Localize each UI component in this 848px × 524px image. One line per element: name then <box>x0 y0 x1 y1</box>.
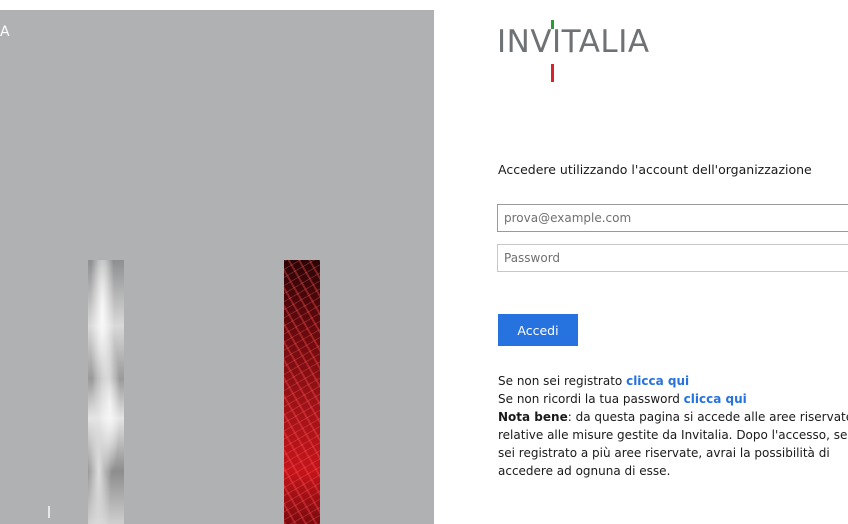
register-line: Se non sei registrato clicca qui <box>498 372 848 390</box>
note-label: Nota bene <box>498 410 568 424</box>
decorative-mark <box>48 506 50 518</box>
forgot-password-link[interactable]: clicca qui <box>684 392 747 406</box>
invitalia-logo: INVITALIA <box>497 20 657 84</box>
illustration-panel: A <box>0 10 434 524</box>
password-field[interactable] <box>497 244 848 272</box>
forgot-text: Se non ricordi la tua password <box>498 392 684 406</box>
logo-red-bar <box>551 64 554 82</box>
logo-text: INVITALIA <box>497 24 650 60</box>
register-link[interactable]: clicca qui <box>626 374 689 388</box>
login-prompt: Accedere utilizzando l'account dell'orga… <box>498 162 812 177</box>
red-circuit-strip-image <box>284 260 320 524</box>
info-section: Se non sei registrato clicca qui Se non … <box>498 372 848 480</box>
corner-letter: A <box>0 24 10 40</box>
silver-strip-image <box>88 260 124 524</box>
accedi-button[interactable]: Accedi <box>498 314 578 346</box>
forgot-password-line: Se non ricordi la tua password clicca qu… <box>498 390 848 408</box>
email-field[interactable] <box>497 204 848 232</box>
register-text: Se non sei registrato <box>498 374 627 388</box>
note-paragraph: Nota bene: da questa pagina si accede al… <box>498 408 848 480</box>
